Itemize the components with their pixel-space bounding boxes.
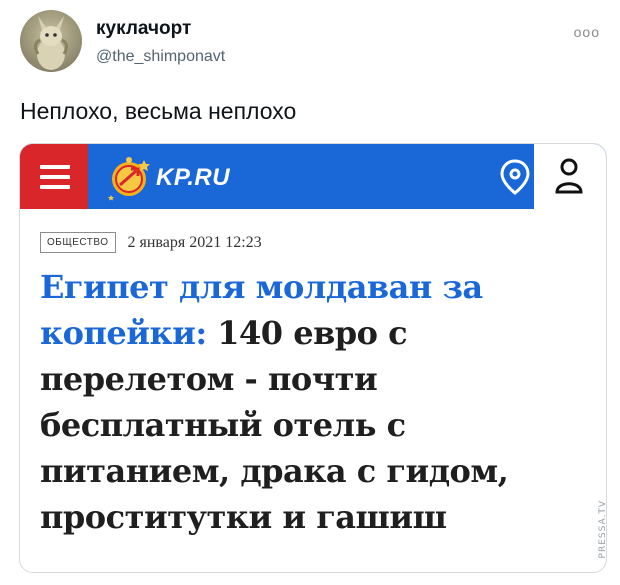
- location-pin-icon[interactable]: [498, 158, 532, 196]
- menu-button[interactable]: [20, 144, 88, 209]
- user-icon: [555, 158, 583, 194]
- tweet-header: куклачорт @the_shimponavt ooo: [20, 10, 600, 74]
- menu-icon: [40, 165, 70, 169]
- site-logo-text[interactable]: KP.RU: [156, 164, 230, 192]
- article-meta: ОБЩЕСТВО 2 января 2021 12:23: [40, 232, 262, 254]
- tweet-text: Неплохо, весьма неплохо: [20, 98, 297, 124]
- kp-logo-ball-icon[interactable]: [106, 155, 152, 201]
- avatar[interactable]: [20, 10, 82, 72]
- article-headline[interactable]: Египет для молдаван за копейки: 140 евро…: [40, 264, 560, 540]
- article-date: 2 января 2021 12:23: [127, 233, 262, 251]
- site-header: KP.RU: [20, 144, 606, 209]
- author-name[interactable]: куклачорт: [96, 18, 191, 40]
- account-button[interactable]: [534, 144, 606, 209]
- watermark: PRESSA.TV: [598, 500, 608, 559]
- author-handle[interactable]: @the_shimponavt: [96, 48, 225, 66]
- article-card[interactable]: KP.RU ОБЩЕСТВО 2 января 2021 12:23 Египет…: [19, 143, 607, 573]
- more-options-icon[interactable]: ooo: [574, 24, 600, 40]
- category-badge[interactable]: ОБЩЕСТВО: [40, 232, 116, 253]
